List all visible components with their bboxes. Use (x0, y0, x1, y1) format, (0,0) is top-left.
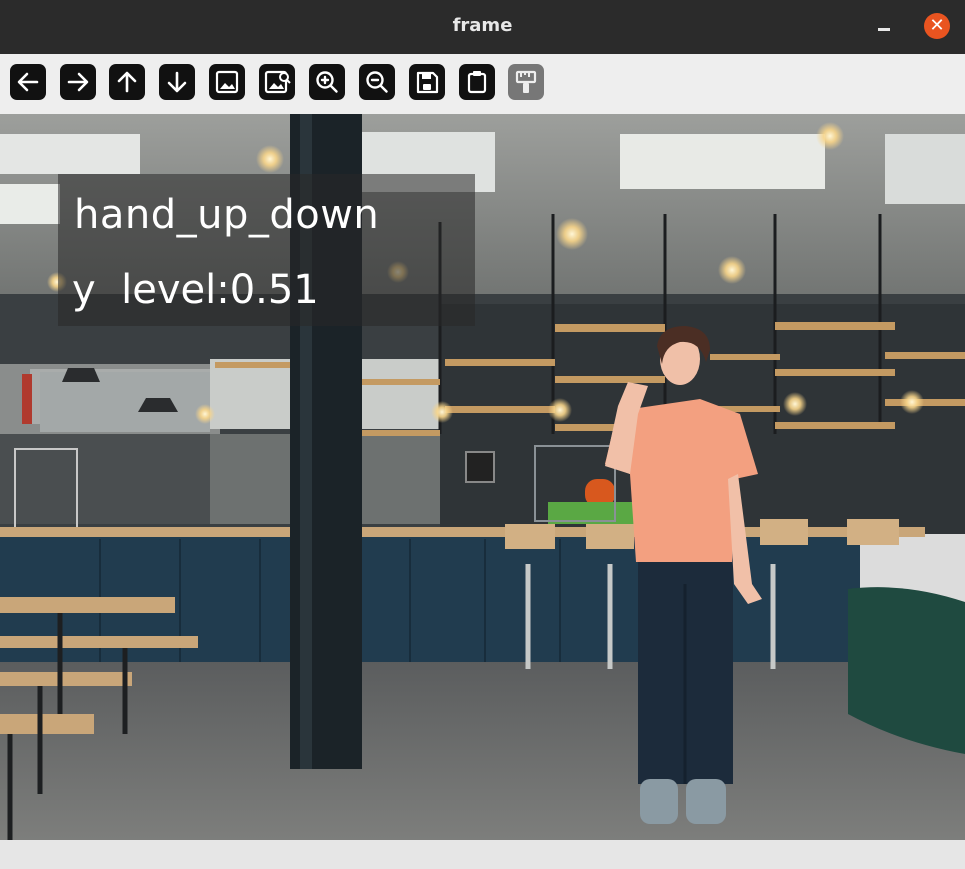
zoom-in-icon (316, 71, 338, 93)
clipboard-icon (467, 71, 487, 94)
zoom-out-button[interactable] (359, 64, 395, 100)
properties-button[interactable] (508, 64, 544, 100)
copy-button[interactable] (459, 64, 495, 100)
status-bar (0, 840, 965, 869)
close-icon: ✕ (929, 15, 945, 36)
pan-down-button[interactable] (159, 64, 195, 100)
arrow-up-icon (117, 71, 137, 93)
y-level-label: y level:0.51 (72, 267, 319, 313)
arrow-right-icon (67, 72, 89, 92)
arrow-down-icon (167, 71, 187, 93)
window-title: frame (452, 15, 513, 36)
paint-brush-icon (515, 70, 537, 93)
minimize-button[interactable] (878, 28, 890, 31)
image-search-icon (264, 70, 291, 94)
floppy-disk-icon (416, 71, 439, 94)
image-icon (215, 70, 239, 94)
gesture-label: hand_up_down (74, 192, 380, 238)
zoom-in-image-button[interactable] (209, 64, 245, 100)
zoom-out-icon (366, 71, 388, 93)
toolbar (0, 54, 965, 114)
close-button[interactable]: ✕ (924, 13, 950, 39)
pan-up-button[interactable] (109, 64, 145, 100)
arrow-left-icon (17, 72, 39, 92)
zoom-out-image-button[interactable] (259, 64, 295, 100)
zoom-in-button[interactable] (309, 64, 345, 100)
camera-frame: hand_up_down y level:0.51 (0, 114, 965, 840)
save-button[interactable] (409, 64, 445, 100)
pan-left-button[interactable] (10, 64, 46, 100)
window-title-bar: frame ✕ (0, 0, 965, 54)
pan-right-button[interactable] (60, 64, 96, 100)
